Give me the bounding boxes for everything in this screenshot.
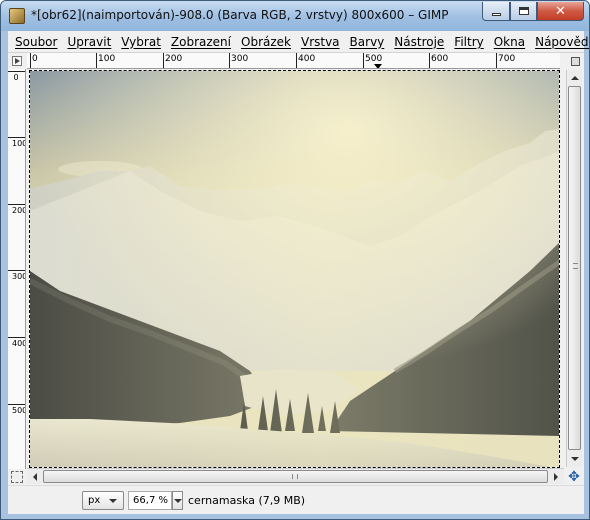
unit-value: px [88, 495, 101, 506]
ruler-label: 400 [12, 339, 26, 348]
image-canvas[interactable] [29, 70, 560, 468]
image-menu-icon [14, 58, 20, 64]
ruler-tick [229, 53, 230, 68]
maximize-button[interactable] [510, 2, 537, 21]
title-bar[interactable]: *[obr62](naimportován)-908.0 (Barva RGB,… [1, 1, 589, 31]
ruler-tick [496, 53, 497, 68]
ruler-tick [8, 71, 25, 72]
status-bar: px 66,7 % cernamaska (7,9 MB) [8, 485, 584, 514]
close-icon: ✕ [555, 3, 566, 19]
minimize-button[interactable] [482, 2, 510, 21]
ruler-tick [363, 53, 364, 68]
menu-filtry[interactable]: Filtry [449, 35, 488, 49]
vertical-scroll-thumb[interactable] [568, 86, 581, 450]
ruler-label: 0 [13, 73, 19, 82]
grip-icon [292, 474, 298, 479]
ruler-tick [163, 53, 164, 68]
ruler-tick [8, 270, 25, 271]
horizontal-ruler[interactable]: 0 100 200 300 400 500 600 700 [27, 53, 560, 69]
ruler-tick [8, 404, 25, 405]
ruler-label: 500 [12, 406, 26, 415]
menu-nastroje[interactable]: Nástroje [389, 35, 449, 49]
vertical-ruler[interactable]: 0 100 200 300 400 500 [8, 69, 26, 469]
ruler-label: 600 [431, 54, 449, 64]
ruler-label: 300 [12, 272, 26, 281]
gimp-image-window: *[obr62](naimportován)-908.0 (Barva RGB,… [0, 0, 590, 520]
chevron-down-icon [109, 499, 117, 503]
menu-vrstva[interactable]: Vrstva [296, 35, 345, 49]
ruler-tick [96, 53, 97, 68]
window-title: *[obr62](naimportován)-908.0 (Barva RGB,… [31, 8, 449, 22]
unit-select[interactable]: px [82, 491, 124, 510]
zoom-lock-button[interactable] [568, 55, 582, 67]
horizontal-scroll-thumb[interactable] [43, 470, 548, 483]
menu-obrazek[interactable]: Obrázek [236, 35, 296, 49]
ruler-label: 300 [231, 54, 249, 64]
close-button[interactable]: ✕ [537, 2, 584, 21]
arrow-up-icon [570, 76, 579, 80]
arrow-down-icon [570, 457, 579, 461]
menu-okna[interactable]: Okna [489, 35, 530, 49]
image-menu-button[interactable] [12, 56, 22, 66]
ruler-label: 200 [165, 54, 183, 64]
menu-bar: Soubor Upravit Vybrat Zobrazení Obrázek … [8, 31, 589, 53]
ruler-tick [8, 337, 25, 338]
ruler-label: 200 [12, 206, 26, 215]
canvas-area: 0 100 200 300 400 500 600 700 0 100 200 … [8, 53, 584, 514]
zoom-lock-icon [570, 56, 580, 66]
pointer-position-marker [374, 64, 382, 68]
scroll-right-button[interactable] [549, 469, 563, 484]
ruler-tick [30, 53, 31, 68]
scroll-down-button[interactable] [567, 452, 582, 466]
grip-icon [573, 263, 578, 269]
menu-upravit[interactable]: Upravit [62, 35, 116, 49]
ruler-tick [429, 53, 430, 68]
ruler-label: 100 [12, 139, 26, 148]
quickmask-toggle[interactable] [11, 471, 23, 483]
navigate-icon[interactable]: ✥ [566, 469, 582, 485]
ruler-tick [8, 137, 25, 138]
ruler-label: 0 [32, 54, 38, 64]
chevron-down-icon [173, 498, 182, 503]
maximize-icon [518, 7, 529, 15]
menu-vybrat[interactable]: Vybrat [116, 35, 166, 49]
arrow-right-icon [554, 472, 558, 481]
ruler-label: 500 [365, 54, 383, 64]
zoom-dropdown-button[interactable] [172, 491, 183, 510]
window-client: Soubor Upravit Vybrat Zobrazení Obrázek … [8, 31, 589, 514]
ruler-tick [296, 53, 297, 68]
ruler-label: 100 [98, 54, 116, 64]
scroll-up-button[interactable] [567, 71, 582, 85]
ruler-tick [8, 204, 25, 205]
menu-barvy[interactable]: Barvy [345, 35, 390, 49]
minimize-icon [491, 12, 501, 16]
layer-info: cernamaska (7,9 MB) [188, 494, 306, 507]
arrow-left-icon [33, 472, 37, 481]
ruler-label: 400 [298, 54, 316, 64]
horizontal-scrollbar[interactable] [27, 468, 564, 484]
menu-zobrazeni[interactable]: Zobrazení [166, 35, 236, 49]
zoom-input[interactable]: 66,7 % [128, 491, 172, 510]
menu-soubor[interactable]: Soubor [10, 35, 62, 49]
mountain-landscape-image [30, 71, 559, 467]
menu-napoveda[interactable]: Nápověda [530, 35, 589, 49]
gimp-icon [9, 8, 25, 24]
vertical-scrollbar[interactable] [566, 70, 582, 467]
ruler-label: 700 [498, 54, 516, 64]
scroll-left-button[interactable] [28, 469, 42, 484]
